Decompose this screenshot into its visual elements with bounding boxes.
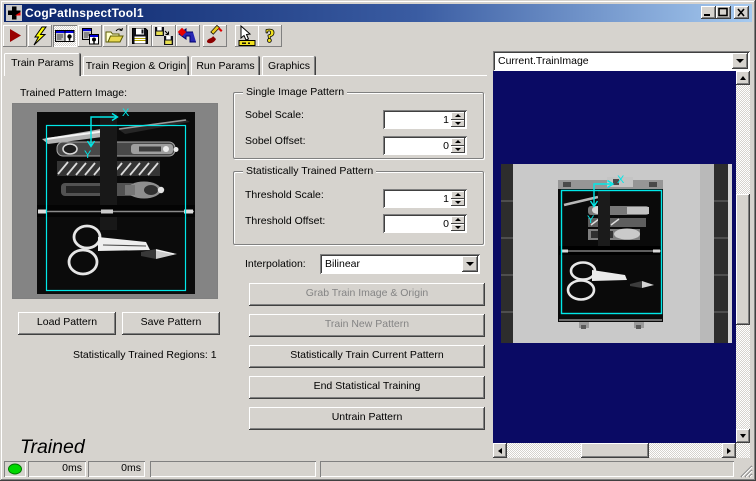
svg-text:X: X [122,107,130,119]
svg-text:Y: Y [587,214,595,226]
svg-text:X: X [617,174,625,186]
svg-text:Y: Y [84,149,92,161]
svg-text:?: ? [265,26,275,46]
